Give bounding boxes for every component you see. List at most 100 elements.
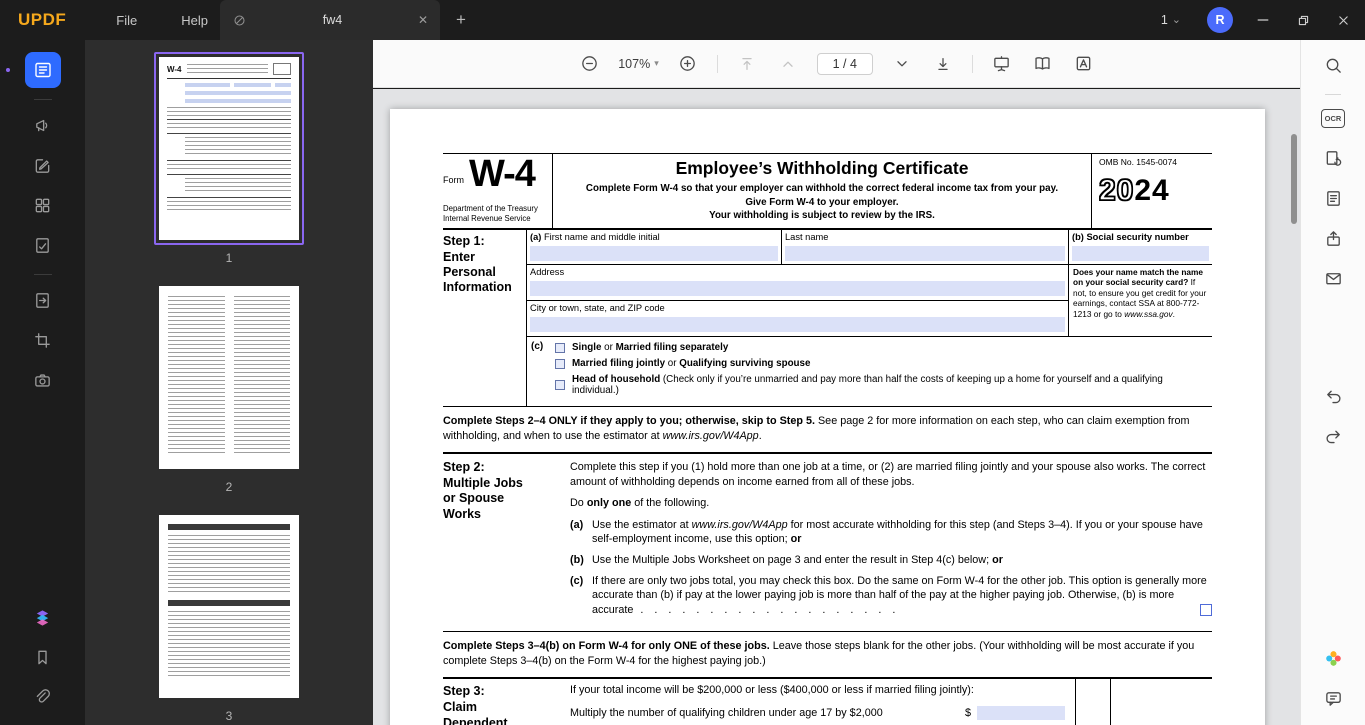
updf-logo[interactable]: UPDF <box>18 10 66 30</box>
attachment-tool-button[interactable] <box>25 679 61 715</box>
vertical-scrollbar[interactable] <box>1291 134 1297 224</box>
ssa-note: Does your name match the name on your so… <box>1073 266 1207 319</box>
menu-help[interactable]: Help <box>181 13 208 28</box>
redo-button[interactable] <box>1316 419 1350 453</box>
megaphone-icon <box>33 116 52 135</box>
presentation-mode-button[interactable] <box>990 52 1014 76</box>
zoom-in-button[interactable] <box>676 52 700 76</box>
updf-window: UPDF File Help fw4 ✕ + 1 ⌄ R W-4 1 2 3 1… <box>0 0 1365 725</box>
window-count-dropdown[interactable]: 1 ⌄ <box>1161 13 1181 27</box>
convert-tool-button[interactable] <box>25 282 61 318</box>
new-tab-button[interactable]: + <box>450 9 472 31</box>
whats-new-button[interactable] <box>1316 641 1350 675</box>
next-page-button[interactable] <box>890 52 914 76</box>
document-canvas[interactable]: Form W-4 Department of the Treasury Inte… <box>373 89 1300 725</box>
thumbnail-preview-1: W-4 <box>159 57 299 240</box>
step-1-sublabel: Enter Personal Information <box>443 249 512 295</box>
comment-tool-button[interactable] <box>25 107 61 143</box>
ssa-link[interactable]: www.ssa.gov <box>1124 309 1172 319</box>
reader-tool-button[interactable] <box>24 52 61 88</box>
organize-pages-tool-button[interactable] <box>25 187 61 223</box>
step-3-section: Step 3: Claim Dependent and Other If you… <box>443 679 1212 725</box>
go-last-page-button[interactable] <box>931 52 955 76</box>
close-button[interactable] <box>1335 12 1351 28</box>
feedback-button[interactable] <box>1316 681 1350 715</box>
undo-button[interactable] <box>1316 379 1350 413</box>
married-jointly-checkbox[interactable] <box>555 358 565 369</box>
restore-button[interactable] <box>1295 12 1311 28</box>
zoom-level-dropdown[interactable]: 107% ▾ <box>618 57 659 71</box>
step-1-label: Step 1: <box>443 233 485 248</box>
convert-button[interactable] <box>1316 141 1350 175</box>
reader-icon <box>33 60 53 80</box>
ocr-button[interactable]: OCR <box>1316 101 1350 135</box>
ssn-field[interactable] <box>1072 245 1209 261</box>
table-rule <box>1075 679 1076 725</box>
edit-pdf-tool-button[interactable] <box>25 147 61 183</box>
w4app-link[interactable]: www.irs.gov/W4App <box>663 430 759 442</box>
step-2-section: Step 2: Multiple Jobs or Spouse Works Co… <box>443 454 1212 633</box>
ocr-icon: OCR <box>1320 108 1346 128</box>
step-2-do-one: Do only one of the following. <box>570 497 710 510</box>
form-title: Employee’s Withholding Certificate <box>675 158 969 178</box>
active-tool-indicator <box>6 68 10 72</box>
fill-sign-tool-button[interactable] <box>25 227 61 263</box>
titlebar: UPDF File Help fw4 ✕ + 1 ⌄ R <box>0 0 1365 40</box>
last-name-field[interactable] <box>785 245 1065 261</box>
stamps-tool-button[interactable] <box>25 599 61 635</box>
step-2-intro: Complete this step if you (1) hold more … <box>570 461 1206 488</box>
w4app-link[interactable]: www.irs.gov/W4App <box>692 519 788 531</box>
tab-file-icon <box>232 13 247 28</box>
document-arrow-icon <box>33 291 52 310</box>
two-jobs-checkbox[interactable] <box>1200 604 1212 617</box>
filing-status-tag: (c) <box>531 341 544 353</box>
avatar[interactable]: R <box>1207 7 1233 33</box>
crop-icon <box>33 331 52 350</box>
single-checkbox[interactable] <box>555 342 565 353</box>
qualifying-children-amount-field[interactable] <box>977 706 1065 721</box>
tab-close-icon[interactable]: ✕ <box>418 13 428 27</box>
table-rule <box>1110 679 1111 725</box>
address-field[interactable] <box>530 280 1065 296</box>
address-label: Address <box>530 266 565 277</box>
window-count-value: 1 <box>1160 13 1168 27</box>
form-year: 2024 <box>1098 173 1170 207</box>
ssn-label: (b) Social security number <box>1072 231 1189 242</box>
form-number: W-4 <box>469 153 536 195</box>
text-mode-button[interactable] <box>1072 52 1096 76</box>
step-2-option-a: (a) Use the estimator at www.irs.gov/W4A… <box>570 518 1203 546</box>
steps-3-4-note: Complete Steps 3–4(b) on Form W-4 for on… <box>443 632 1212 680</box>
crop-tool-button[interactable] <box>25 322 61 358</box>
go-first-page-button[interactable] <box>735 52 759 76</box>
first-name-label: First name and middle initial <box>543 231 660 242</box>
share-button[interactable] <box>1316 221 1350 255</box>
previous-page-button[interactable] <box>776 52 800 76</box>
head-of-household-checkbox[interactable] <box>555 380 565 391</box>
mini-form-label: W-4 <box>167 64 182 74</box>
thumbnail-panel: W-4 1 2 3 <box>85 40 373 725</box>
thumbnail-page-3[interactable] <box>154 510 304 703</box>
summarize-button[interactable] <box>1316 181 1350 215</box>
screenshot-tool-button[interactable] <box>25 362 61 398</box>
menu-file[interactable]: File <box>116 13 137 28</box>
reading-mode-button[interactable] <box>1031 52 1055 76</box>
email-button[interactable] <box>1316 261 1350 295</box>
w4-form: Form W-4 Department of the Treasury Inte… <box>443 153 1212 725</box>
zoom-out-button[interactable] <box>577 52 601 76</box>
thumbnail-page-1[interactable]: W-4 <box>154 52 304 245</box>
city-field[interactable] <box>530 317 1065 333</box>
step-3-intro: If your total income will be $200,000 or… <box>570 684 974 697</box>
document-tab[interactable]: fw4 ✕ <box>220 0 440 40</box>
bookmark-tool-button[interactable] <box>25 639 61 675</box>
first-name-field[interactable] <box>530 245 778 261</box>
search-button[interactable] <box>1316 48 1350 82</box>
thumbnail-number-2: 2 <box>225 480 233 494</box>
form-subtitle-2: Give Form W-4 to your employer. <box>745 196 899 208</box>
minimize-button[interactable] <box>1255 12 1271 28</box>
page-number-input[interactable]: 1 / 4 <box>816 52 873 75</box>
step-3-children-line: Multiply the number of qualifying childr… <box>570 706 1075 721</box>
grid-icon <box>33 196 52 215</box>
share-icon <box>1324 229 1343 248</box>
thumbnail-page-2[interactable] <box>154 281 304 474</box>
head-of-household-label: Head of household (Check only if you’re … <box>572 374 1163 397</box>
